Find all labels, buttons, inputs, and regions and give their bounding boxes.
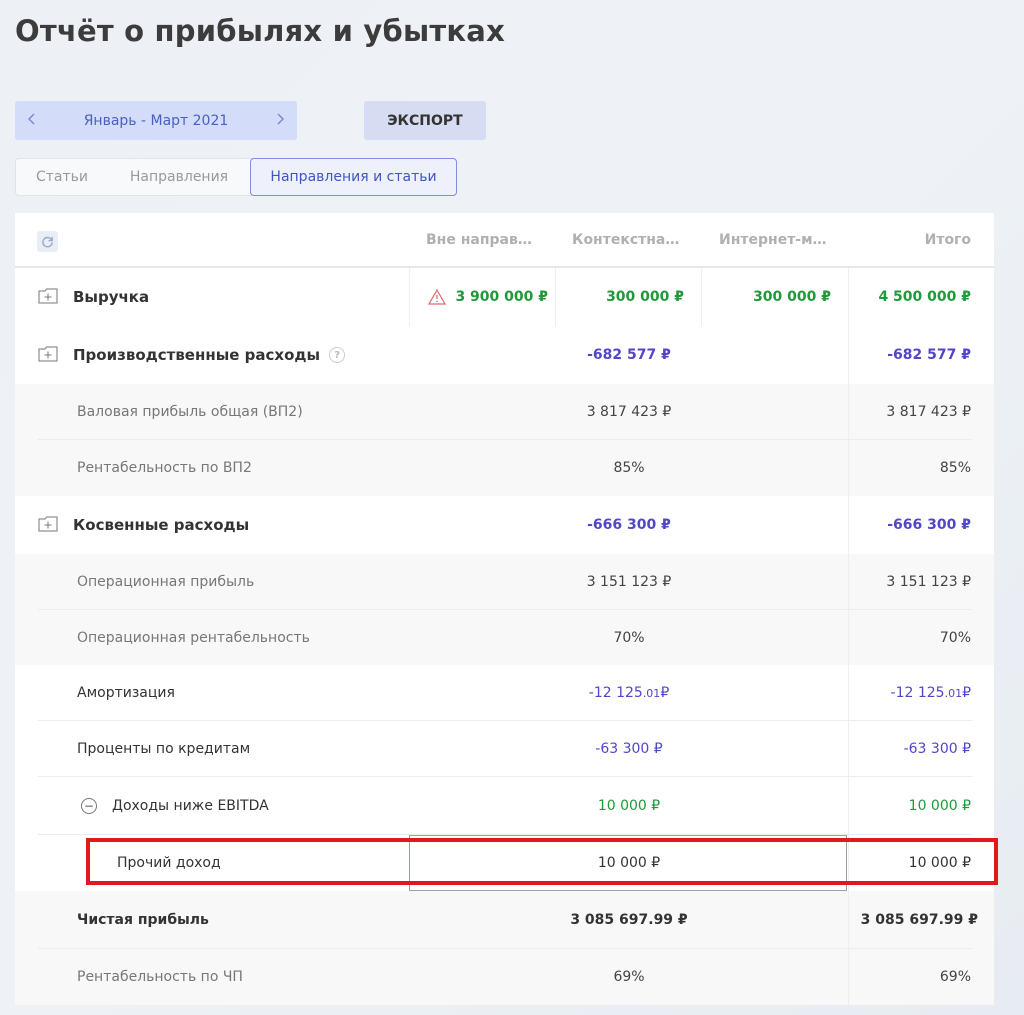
table-row-production: Производственные расходы ? -682 577 ₽ -6… [15,326,994,384]
report-table: Вне направ… Контекстна… Интернет-м… Итог… [15,213,994,1005]
chevron-left-icon[interactable] [27,111,37,130]
row-label: Валовая прибыль общая (ВП2) [77,404,303,420]
table-row-net-profit: Чистая прибыль 3 085 697.99 ₽ 3 085 697.… [15,891,994,949]
folder-plus-icon[interactable] [38,288,58,304]
row-label: − Доходы ниже EBITDA [81,777,269,835]
folder-plus-icon[interactable] [38,346,58,362]
tab-directions-and-articles[interactable]: Направления и статьи [250,158,457,196]
cell-gross-margin-total: 85% [939,460,971,476]
cell-production-total: -682 577 ₽ [887,347,971,363]
cell-op-profit-value: 3 151 123 ₽ [586,574,672,590]
collapse-icon[interactable]: − [81,798,97,814]
column-header-total[interactable]: Итого [925,232,971,248]
period-label[interactable]: Январь - Март 2021 [84,113,229,129]
cell-op-margin-total: 70% [939,629,971,646]
table-row-op-profit: Операционная прибыль 3 151 123 ₽ 3 151 1… [15,554,994,610]
row-label: Операционная рентабельность [77,629,310,646]
table-row-net-margin: Рентабельность по ЧП 69% 69% [15,949,994,1005]
chevron-right-icon[interactable] [275,111,285,130]
cell-revenue-internet: 300 000 ₽ [753,289,831,305]
view-tabs: Статьи Направления Направления и статьи [15,158,457,196]
row-label: Производственные расходы ? [73,326,346,384]
cell-amortization-value: -12 125.01 ₽ [588,685,670,701]
warning-icon [428,289,447,305]
period-selector: Январь - Март 2021 [15,101,297,140]
row-label: Косвенные расходы [73,516,250,534]
table-row-gross-margin: Рентабельность по ВП2 85% 85% [15,440,994,496]
page-title: Отчёт о прибылях и убытках [15,14,505,48]
cell-below-ebitda-value: 10 000 ₽ [597,798,661,814]
cell-net-profit-value: 3 085 697.99 ₽ [570,912,688,928]
cell-interest-total: -63 300 ₽ [903,741,971,757]
cell-below-ebitda-total: 10 000 ₽ [908,798,971,814]
table-row-revenue: Выручка 3 900 000 ₽ 300 000 ₽ 300 000 ₽ … [15,268,994,326]
tab-directions[interactable]: Направления [108,159,250,195]
cell-interest-value: -63 300 ₽ [595,741,663,757]
cell-revenue-context: 300 000 ₽ [606,289,684,305]
export-button[interactable]: ЭКСПОРТ [364,101,486,140]
cell-gross-margin-value: 85% [613,460,645,476]
cell-production-value: -682 577 ₽ [587,347,671,363]
column-header-internet[interactable]: Интернет-м… [719,232,827,248]
cell-other-income-total: 10 000 ₽ [908,855,971,871]
row-label: Выручка [73,288,150,306]
column-header-no-direction[interactable]: Вне направ… [426,232,532,248]
row-label: Чистая прибыль [77,912,209,928]
table-header: Вне направ… Контекстна… Интернет-м… Итог… [15,213,994,268]
cell-net-margin-value: 69% [613,969,645,985]
cell-indirect-total: -666 300 ₽ [887,517,971,533]
table-row-other-income[interactable]: Прочий доход 10 000 ₽ 10 000 ₽ [15,835,994,891]
row-label: Амортизация [77,685,175,701]
tab-articles[interactable]: Статьи [16,159,108,195]
table-row-amortization: Амортизация -12 125.01 ₽ -12 125.01 ₽ [15,665,994,721]
cell-other-income-value[interactable]: 10 000 ₽ [411,835,847,891]
cell-gross-profit-total: 3 817 423 ₽ [886,404,971,420]
cell-revenue-total: 4 500 000 ₽ [878,289,971,305]
refresh-icon[interactable] [37,231,58,252]
row-label: Рентабельность по ВП2 [77,460,252,476]
column-header-context[interactable]: Контекстна… [572,232,679,248]
row-label: Проценты по кредитам [77,741,251,757]
cell-op-margin-value: 70% [613,629,645,646]
table-row-op-margin: Операционная рентабельность 70% 70% [15,610,994,665]
cell-amortization-total: -12 125.01 ₽ [890,685,971,701]
row-label: Рентабельность по ЧП [77,969,243,985]
row-label: Прочий доход [117,855,221,871]
table-row-indirect: Косвенные расходы -666 300 ₽ -666 300 ₽ [15,496,994,554]
cell-indirect-value: -666 300 ₽ [587,517,671,533]
question-icon[interactable]: ? [329,347,346,363]
cell-net-margin-total: 69% [939,969,971,985]
cell-revenue-no-direction: 3 900 000 ₽ [426,268,548,326]
table-row-interest: Проценты по кредитам -63 300 ₽ -63 300 ₽ [15,721,994,777]
cell-op-profit-total: 3 151 123 ₽ [886,574,971,590]
table-row-gross-profit: Валовая прибыль общая (ВП2) 3 817 423 ₽ … [15,384,994,440]
table-row-below-ebitda: − Доходы ниже EBITDA 10 000 ₽ 10 000 ₽ [15,777,994,835]
cell-gross-profit-value: 3 817 423 ₽ [586,404,672,420]
row-label: Операционная прибыль [77,574,255,590]
folder-plus-icon[interactable] [38,516,58,532]
cell-net-profit-total: 3 085 697.99 ₽ [860,912,978,928]
